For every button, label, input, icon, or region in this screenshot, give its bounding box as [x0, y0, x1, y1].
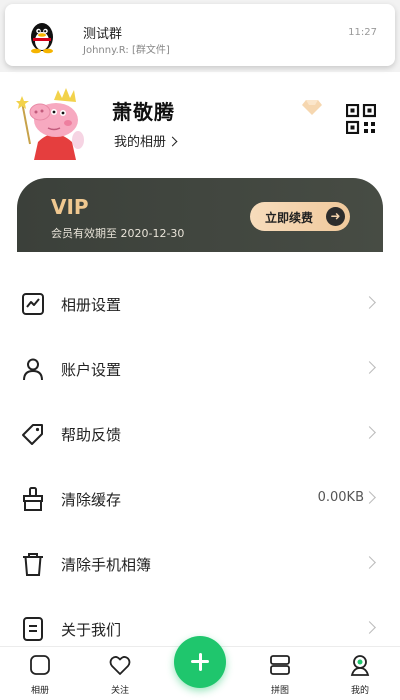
- chevron-right-icon: [167, 136, 178, 147]
- menu-item-value: 0.00KB: [317, 490, 364, 505]
- person-icon: [23, 358, 43, 381]
- tab-label: 我的: [350, 686, 369, 696]
- menu-item-account-settings[interactable]: 账户设置: [0, 337, 400, 401]
- profile-icon: [350, 655, 370, 676]
- menu-item-label: 相册设置: [61, 296, 122, 314]
- menu-item-help-feedback[interactable]: 帮助反馈: [0, 402, 400, 466]
- tab-label: 相册: [30, 686, 49, 696]
- qq-penguin-icon: [31, 23, 53, 54]
- vip-expiry: 会员有效期至 2020-12-30: [51, 227, 185, 240]
- menu-item-label: 关于我们: [61, 621, 122, 639]
- menu-item-clear-phone-album[interactable]: 清除手机相簿: [0, 532, 400, 596]
- peppa-pig-queen-avatar[interactable]: [16, 82, 88, 162]
- tab-label: 关注: [110, 686, 129, 696]
- my-album-link[interactable]: 我的相册: [114, 131, 178, 150]
- menu-item-album-settings[interactable]: 相册设置: [0, 272, 400, 336]
- menu-item-label: 账户设置: [61, 361, 122, 379]
- tab-album[interactable]: 相册: [10, 647, 70, 700]
- vip-card: VIP 会员有效期至 2020-12-30 立即续费 ➜: [17, 178, 383, 252]
- brush-icon: [23, 487, 43, 511]
- user-name: 萧敬腾: [112, 100, 175, 124]
- renew-label: 立即续费: [265, 211, 314, 225]
- diamond-icon[interactable]: [302, 99, 322, 115]
- tab-collage[interactable]: 拼图: [250, 647, 310, 700]
- chart-frame-icon: [22, 293, 44, 315]
- trash-icon: [23, 553, 43, 576]
- my-album-label: 我的相册: [114, 135, 167, 150]
- plus-icon: [198, 652, 202, 671]
- chevron-right-icon: [363, 426, 376, 439]
- menu-item-clear-cache[interactable]: 清除缓存 0.00KB: [0, 467, 400, 531]
- chevron-right-icon: [363, 491, 376, 504]
- notification-time: 11:27: [348, 27, 377, 38]
- collage-icon: [270, 655, 290, 675]
- document-icon: [23, 617, 43, 641]
- notification-message: Johnny.R: [群文件]: [83, 45, 170, 56]
- vip-title: VIP: [51, 195, 89, 219]
- tab-mine[interactable]: 我的: [330, 647, 390, 700]
- qr-code-icon[interactable]: [346, 104, 376, 134]
- notification-banner[interactable]: 测试群 Johnny.R: [群文件] 11:27: [5, 4, 395, 66]
- chevron-right-icon: [363, 621, 376, 634]
- arrow-right-icon: ➜: [326, 207, 345, 226]
- chevron-right-icon: [363, 361, 376, 374]
- add-button[interactable]: [174, 636, 226, 688]
- menu-item-label: 帮助反馈: [61, 426, 122, 444]
- tab-follow[interactable]: 关注: [90, 647, 150, 700]
- album-icon: [30, 655, 50, 675]
- menu-item-label: 清除缓存: [61, 491, 122, 509]
- tab-label: 拼图: [270, 686, 289, 696]
- tag-icon: [22, 424, 43, 445]
- notification-title: 测试群: [83, 27, 123, 42]
- renew-button[interactable]: 立即续费 ➜: [250, 202, 350, 231]
- chevron-right-icon: [363, 556, 376, 569]
- menu-item-label: 清除手机相簿: [61, 556, 152, 574]
- chevron-right-icon: [363, 296, 376, 309]
- heart-icon: [109, 656, 131, 675]
